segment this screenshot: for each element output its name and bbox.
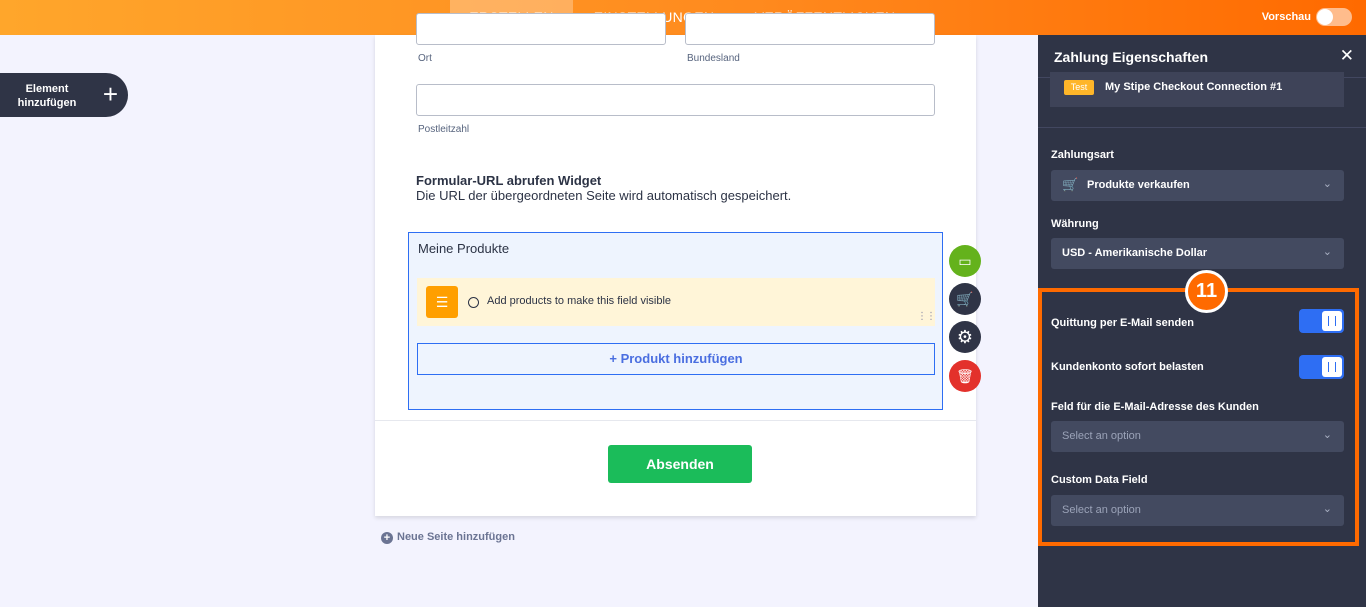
drag-handle-icon[interactable]: ⋮⋮ xyxy=(917,312,936,322)
city-label: Ort xyxy=(418,53,432,64)
gear-icon[interactable]: ⚙ xyxy=(949,321,981,353)
widget-title: Formular-URL abrufen Widget xyxy=(416,173,602,188)
submit-button[interactable]: Absenden xyxy=(608,445,752,483)
currency-value: USD - Amerikanische Dollar xyxy=(1062,247,1208,259)
add-page-link[interactable]: + Neue Seite hinzufügen xyxy=(381,531,515,544)
cart-icon: 🛒 xyxy=(1062,177,1079,192)
widget-description: Die URL der übergeordneten Seite wird au… xyxy=(416,188,792,203)
chevron-down-icon: ⌄ xyxy=(1322,178,1332,190)
preview-label: Vorschau xyxy=(1261,11,1311,23)
close-icon[interactable]: ✕ xyxy=(1340,46,1354,66)
zip-label: Postleitzahl xyxy=(418,124,470,135)
divider xyxy=(375,420,976,421)
state-label: Bundesland xyxy=(687,53,740,64)
cart-icon[interactable]: 🛒 xyxy=(949,283,981,315)
payment-type-value: Produkte verkaufen xyxy=(1087,179,1190,191)
add-product-button[interactable]: + Produkt hinzufügen xyxy=(417,343,935,375)
connection-name: My Stipe Checkout Connection #1 xyxy=(1105,81,1283,93)
plus-icon: + xyxy=(102,79,118,109)
currency-select[interactable]: USD - Amerikanische Dollar ⌄ xyxy=(1051,238,1344,269)
payment-type-label: Zahlungsart xyxy=(1051,149,1114,161)
preview-toggle[interactable] xyxy=(1316,8,1352,26)
city-input[interactable] xyxy=(416,13,666,45)
products-field[interactable]: Meine Produkte ☰ Add products to make th… xyxy=(408,232,943,410)
plus-circle-icon: + xyxy=(381,532,393,544)
top-bar: ERSTELLEN EINSTELLUNGEN VERÖFFENTLICHEN … xyxy=(0,0,1366,35)
products-notice: ☰ Add products to make this field visibl… xyxy=(417,278,936,326)
add-page-label: Neue Seite hinzufügen xyxy=(397,531,515,543)
notice-text: Add products to make this field visible xyxy=(487,295,672,307)
form-canvas: Ort Bundesland Postleitzahl Formular-URL… xyxy=(375,13,976,516)
radio-button[interactable] xyxy=(468,297,479,308)
test-badge: Test xyxy=(1064,80,1094,95)
add-element-button[interactable]: Element hinzufügen + xyxy=(0,73,128,117)
annotation-highlight xyxy=(1038,288,1359,546)
zip-input[interactable] xyxy=(416,84,935,116)
step-badge: 11 xyxy=(1185,270,1228,313)
state-input[interactable] xyxy=(685,13,935,45)
trash-icon[interactable]: 🗑 xyxy=(949,360,981,392)
divider xyxy=(1038,127,1366,128)
payment-type-select[interactable]: 🛒 Produkte verkaufen ⌄ xyxy=(1051,170,1344,201)
panel-title: Zahlung Eigenschaften xyxy=(1054,49,1209,65)
currency-label: Währung xyxy=(1051,218,1099,230)
chevron-down-icon: ⌄ xyxy=(1322,246,1332,258)
add-element-label: Element hinzufügen xyxy=(17,83,77,109)
checklist-icon: ☰ xyxy=(426,286,458,318)
payment-icon[interactable]: ▭ xyxy=(949,245,981,277)
connection-card[interactable]: Test My Stipe Checkout Connection #1 xyxy=(1050,72,1344,107)
toggle-knob xyxy=(1317,9,1333,25)
products-title: Meine Produkte xyxy=(418,241,510,256)
